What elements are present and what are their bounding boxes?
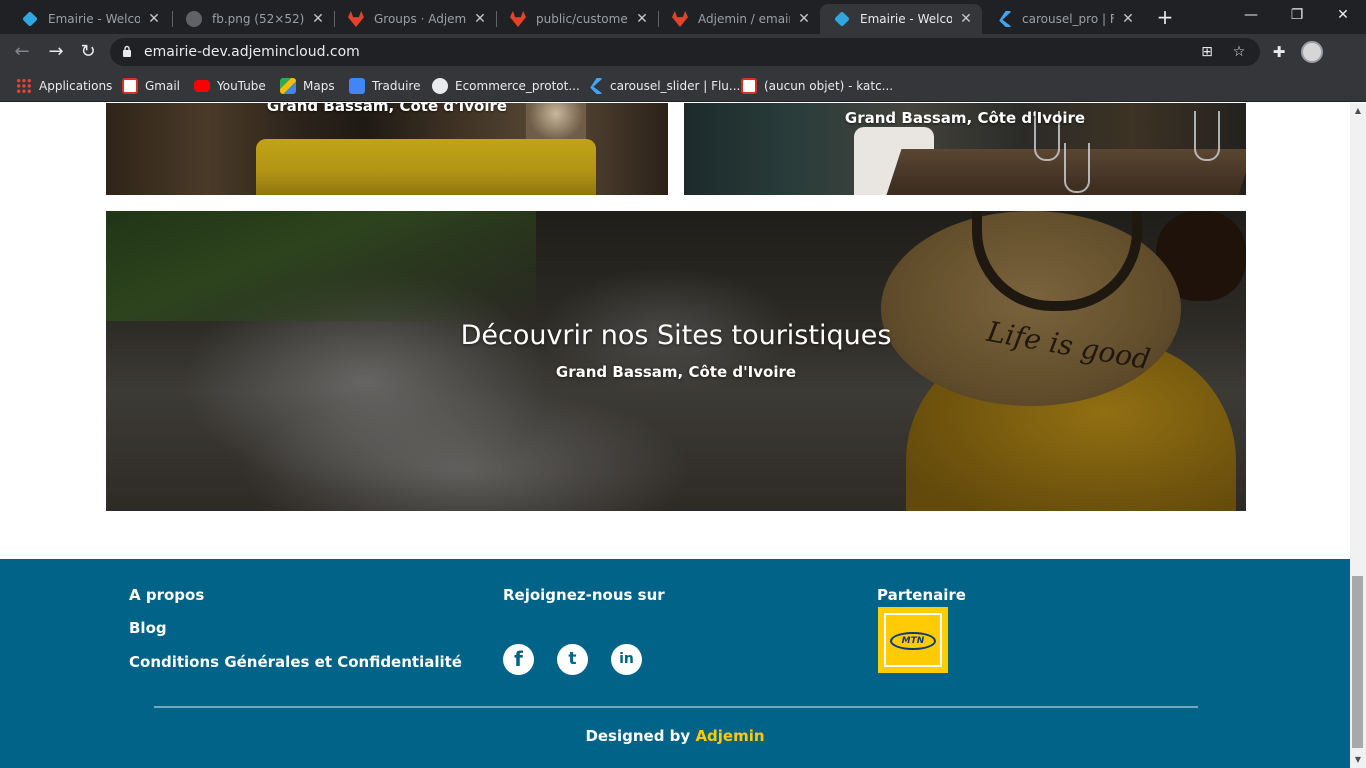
scrollbar-thumb[interactable] — [1352, 576, 1363, 748]
close-icon[interactable]: ✕ — [1120, 11, 1136, 27]
youtube-icon — [194, 80, 210, 92]
tab-title: Groups · Adjemin — [374, 12, 466, 26]
restaurant-card[interactable]: Grand Bassam, Côte d'Ivoire — [684, 103, 1246, 195]
browser-tab[interactable]: Adjemin / emairie ✕ — [658, 4, 820, 34]
footer-link-terms[interactable]: Conditions Générales et Confidentialité — [129, 653, 462, 671]
bookmarks-bar: Applications Gmail YouTube Maps Traduire… — [0, 70, 1366, 102]
linkedin-icon[interactable]: in — [611, 644, 642, 675]
credit-brand-link[interactable]: Adjemin — [695, 727, 764, 745]
tab-title: Emairie - Welcome — [860, 12, 952, 26]
tab-title: Adjemin / emairie — [698, 12, 790, 26]
bookmark-label: Applications — [39, 79, 113, 93]
browser-tab[interactable]: public/customer/in ✕ — [496, 4, 658, 34]
scroll-down-arrow[interactable]: ▼ — [1350, 752, 1366, 768]
close-icon[interactable]: ✕ — [796, 11, 812, 27]
flutter-icon — [999, 11, 1012, 27]
browser-tab[interactable]: carousel_pro | Flut ✕ — [982, 4, 1144, 34]
partner-heading: Partenaire — [877, 586, 966, 604]
mtn-partner-logo[interactable]: MTN — [878, 607, 948, 673]
bookmark-github[interactable]: Ecommerce_protot... — [432, 76, 580, 96]
mtn-logo-text: MTN — [890, 632, 936, 650]
apps-grid-icon — [16, 78, 32, 94]
browser-tab[interactable]: Emairie - Welcome ✕ — [8, 4, 170, 34]
github-icon — [432, 78, 448, 94]
bookmark-translate[interactable]: Traduire — [349, 76, 420, 96]
emairie-favicon — [22, 11, 38, 27]
card-image-detail — [1064, 143, 1090, 193]
close-window-button[interactable]: ✕ — [1320, 0, 1366, 30]
page-viewport: Grand Bassam, Côte d'Ivoire Grand Bassam… — [0, 103, 1350, 768]
twitter-icon[interactable]: t — [557, 644, 588, 675]
facebook-icon[interactable]: f — [503, 644, 534, 675]
emairie-favicon — [834, 11, 850, 27]
card-caption: Grand Bassam, Côte d'Ivoire — [844, 109, 1086, 127]
credit-prefix: Designed by — [585, 727, 691, 745]
url-text: emairie-dev.adjemincloud.com — [144, 44, 360, 60]
bookmark-youtube[interactable]: YouTube — [194, 76, 266, 96]
tab-strip: Emairie - Welcome ✕ fb.png (52×52) ✕ Gro… — [0, 0, 1366, 34]
restore-button[interactable]: ❐ — [1274, 0, 1320, 30]
browser-tab-active[interactable]: Emairie - Welcome ✕ — [820, 4, 982, 34]
bookmark-carousel-slider[interactable]: carousel_slider | Flu... — [587, 76, 740, 96]
profile-avatar[interactable] — [1301, 41, 1323, 63]
maps-icon — [280, 78, 296, 94]
bookmark-label: Ecommerce_protot... — [455, 79, 580, 93]
hotel-card[interactable]: Grand Bassam, Côte d'Ivoire — [106, 103, 668, 195]
flutter-icon — [590, 78, 603, 94]
banner-title: Découvrir nos Sites touristiques — [460, 320, 892, 351]
gmail-icon — [741, 78, 757, 94]
bookmark-gmail[interactable]: Gmail — [122, 76, 180, 96]
bookmark-label: (aucun objet) - katc... — [764, 79, 894, 93]
close-icon[interactable]: ✕ — [310, 11, 326, 27]
close-icon[interactable]: ✕ — [472, 11, 488, 27]
footer-link-blog[interactable]: Blog — [129, 619, 167, 637]
back-button[interactable]: ← — [10, 40, 34, 64]
bookmark-star-icon[interactable]: ☆ — [1230, 43, 1248, 61]
card-caption: Grand Bassam, Côte d'Ivoire — [266, 103, 508, 115]
banner-overlay — [106, 211, 1246, 511]
forward-button[interactable]: → — [44, 40, 68, 64]
tab-title: fb.png (52×52) — [212, 12, 304, 26]
tab-title: Emairie - Welcome — [48, 12, 140, 26]
close-icon[interactable]: ✕ — [146, 11, 162, 27]
browser-tab[interactable]: Groups · Adjemin ✕ — [334, 4, 496, 34]
address-bar[interactable]: emairie-dev.adjemincloud.com ⊞ ☆ — [110, 38, 1260, 66]
card-image-detail — [256, 139, 596, 195]
translate-icon — [349, 78, 365, 94]
extensions-icon[interactable]: ✚ — [1268, 41, 1290, 63]
bookmark-applications[interactable]: Applications — [16, 76, 112, 96]
bookmark-label: Traduire — [372, 79, 421, 93]
reload-button[interactable]: ↻ — [76, 40, 100, 64]
bookmark-label: Gmail — [145, 79, 181, 93]
banner-subtitle: Grand Bassam, Côte d'Ivoire — [555, 363, 797, 381]
gitlab-icon — [348, 11, 364, 27]
gmail-icon — [122, 78, 138, 94]
close-icon[interactable]: ✕ — [634, 11, 650, 27]
lock-icon — [123, 45, 131, 57]
bookmark-gmail-thread[interactable]: (aucun objet) - katc... — [741, 76, 893, 96]
translate-icon[interactable]: ⊞ — [1198, 43, 1216, 61]
minimize-button[interactable]: — — [1228, 0, 1274, 30]
tab-title: public/customer/in — [536, 12, 628, 26]
new-tab-button[interactable]: + — [1153, 6, 1177, 30]
bookmark-maps[interactable]: Maps — [280, 76, 335, 96]
bookmark-label: Maps — [303, 79, 335, 93]
site-footer: A propos Blog Conditions Générales et Co… — [0, 559, 1350, 768]
social-heading: Rejoignez-nous sur — [503, 586, 665, 604]
browser-toolbar: ← → ↻ emairie-dev.adjemincloud.com ⊞ ☆ ✚ — [0, 34, 1366, 70]
bookmark-label: carousel_slider | Flu... — [610, 79, 741, 93]
footer-credit: Designed by Adjemin — [0, 727, 1350, 745]
gitlab-icon — [672, 11, 688, 27]
tab-title: carousel_pro | Flut — [1022, 12, 1114, 26]
tourist-sites-banner[interactable]: Life is good Découvrir nos Sites tourist… — [106, 211, 1246, 511]
gitlab-icon — [510, 11, 526, 27]
footer-link-about[interactable]: A propos — [129, 586, 204, 604]
bookmark-label: YouTube — [217, 79, 266, 93]
footer-divider — [154, 706, 1198, 708]
scroll-up-arrow[interactable]: ▲ — [1350, 103, 1366, 119]
close-icon[interactable]: ✕ — [958, 11, 974, 27]
globe-icon — [186, 11, 202, 27]
browser-tab[interactable]: fb.png (52×52) ✕ — [172, 4, 334, 34]
